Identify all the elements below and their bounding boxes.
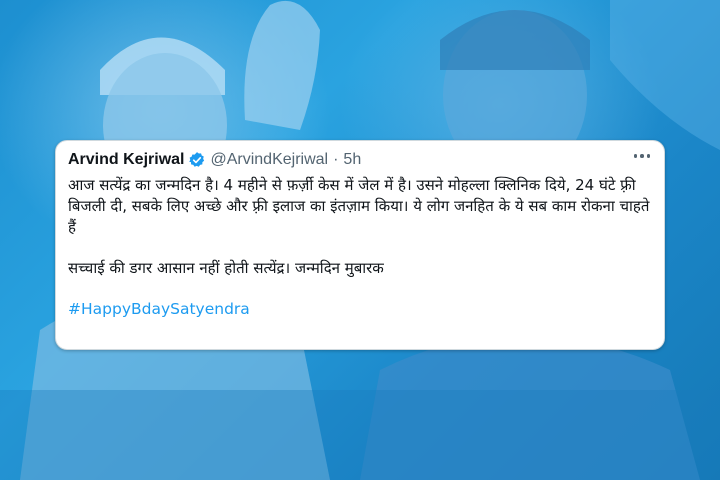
tweet-text: आज सत्येंद्र का जन्मदिन है। 4 महीने से फ… [68, 175, 652, 320]
author-name[interactable]: Arvind Kejriwal [68, 151, 184, 169]
header-separator: · [333, 151, 339, 168]
tweet-timestamp[interactable]: 5h [343, 151, 361, 169]
tweet-paragraph-1: आज सत्येंद्र का जन्मदिन है। 4 महीने से फ… [68, 176, 650, 236]
author-handle[interactable]: @ArvindKejriwal [210, 151, 328, 169]
tweet-card[interactable]: Arvind Kejriwal @ArvindKejriwal · 5h आज … [55, 140, 665, 350]
tweet-paragraph-2: सच्चाई की डगर आसान नहीं होती सत्येंद्र। … [68, 259, 384, 277]
more-options-icon[interactable] [633, 154, 650, 158]
hashtag-link[interactable]: #HappyBdaySatyendra [68, 300, 250, 318]
screenshot-stage: Arvind Kejriwal @ArvindKejriwal · 5h आज … [0, 0, 720, 480]
tweet-header: Arvind Kejriwal @ArvindKejriwal · 5h [68, 149, 652, 171]
verified-badge-icon [189, 152, 205, 167]
